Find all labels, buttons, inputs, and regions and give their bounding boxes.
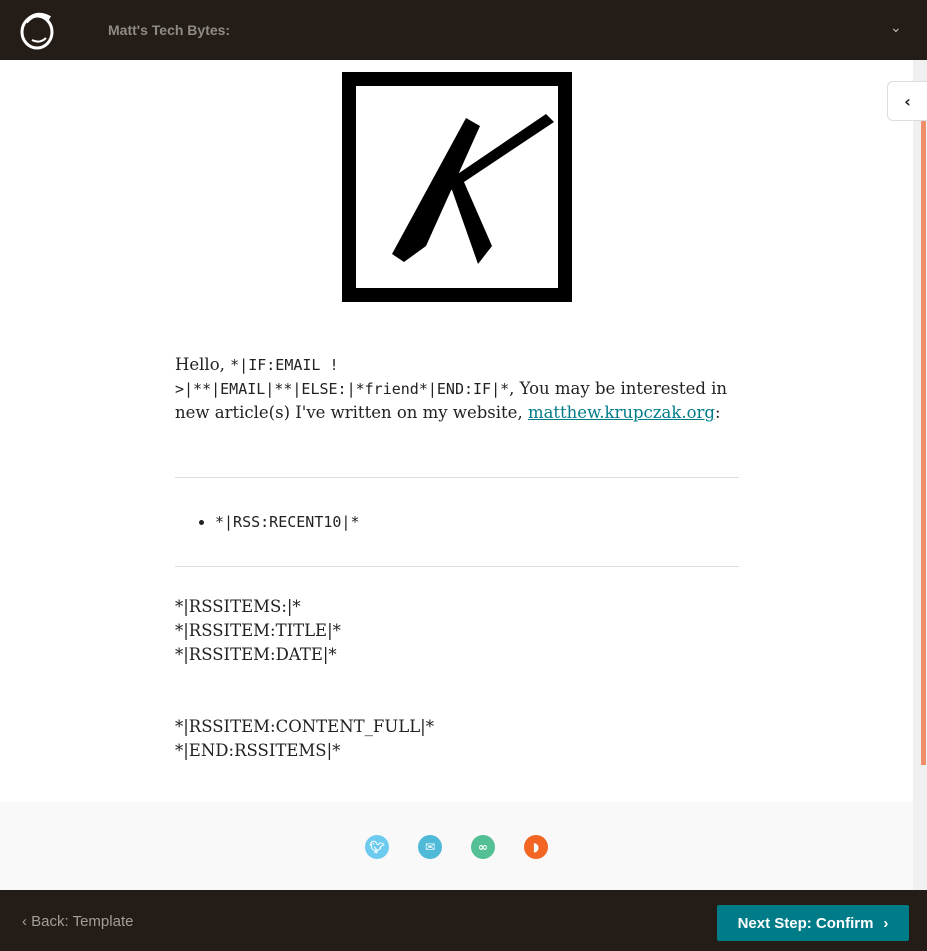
rss-recent-item: *|RSS:RECENT10|* [215,510,739,534]
rss-line: *|RSSITEM:CONTENT_FULL|* [175,717,434,736]
greeting-paragraph: Hello, *|IF:EMAIL ! >|**|EMAIL|**|ELSE:|*… [175,355,728,422]
rss-line: *|END:RSSITEMS|* [175,741,341,760]
social-footer: 🐦︎ ✉ ∞ ◗ [0,802,913,890]
rss-line: *|RSSITEM:DATE|* [175,645,337,664]
rss-line: *|RSSITEM:TITLE|* [175,621,341,640]
next-step-button[interactable]: Next Step: Confirm › [717,905,909,941]
link-icon[interactable]: ∞ [471,835,495,859]
chevron-left-icon: ‹ [904,91,911,111]
mailchimp-logo-icon[interactable] [18,10,56,50]
rss-line: *|RSSITEMS:|* [175,597,301,616]
campaign-title: Matt's Tech Bytes: [108,22,231,38]
rss-block: *|RSSITEMS:|* *|RSSITEM:TITLE|* *|RSSITE… [175,595,739,763]
bottom-bar: ‹ Back: Template Next Step: Confirm › [0,890,927,951]
back-button[interactable]: ‹ Back: Template [22,913,133,930]
rss-icon[interactable]: ◗ [524,835,548,859]
chevron-left-icon: ‹ [22,913,32,930]
k-logo-image [342,72,572,302]
email-icon[interactable]: ✉ [418,835,442,859]
collapse-panel-button[interactable]: ‹ [887,81,927,121]
divider [175,566,739,567]
website-link[interactable]: matthew.krupczak.org [528,403,715,422]
top-bar: Matt's Tech Bytes: ⌄ [0,0,927,60]
twitter-icon[interactable]: 🐦︎ [365,835,389,859]
chevron-down-icon[interactable]: ⌄ [890,20,902,36]
divider [175,477,739,478]
chevron-right-icon: › [883,914,889,932]
email-preview: Hello, *|IF:EMAIL ! >|**|EMAIL|**|ELSE:|*… [0,60,913,890]
scrollbar[interactable] [913,60,927,890]
scrollbar-thumb[interactable] [921,120,926,765]
